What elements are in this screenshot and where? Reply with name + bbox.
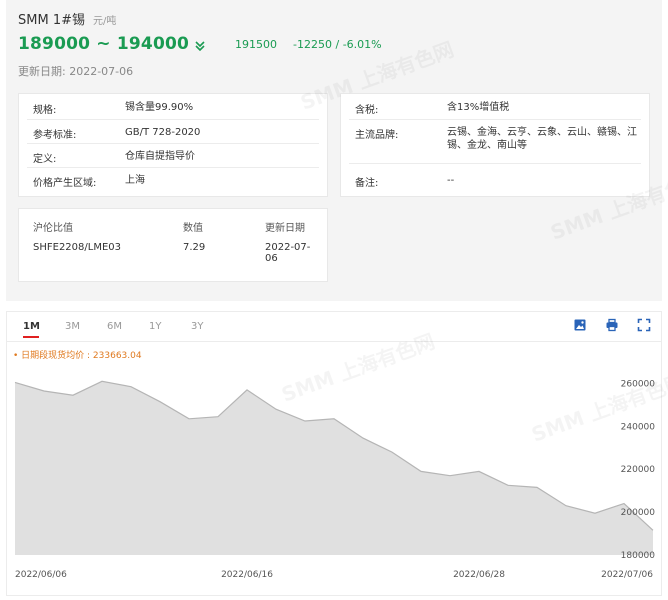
specs-box-left: 规格: 锡含量99.90% 参考标准: GB/T 728-2020 定义: 仓库… (18, 93, 328, 197)
spec-value: -- (447, 175, 455, 186)
spec-row-standard: 参考标准: GB/T 728-2020 (27, 120, 319, 144)
spec-row-grade: 规格: 锡含量99.90% (27, 94, 319, 120)
title-row: SMM 1#锡 元/吨 (18, 9, 116, 28)
price-info-panel: SMM 1#锡 元/吨 189000 ~ 194000 191500 -1225… (6, 0, 668, 301)
spec-key: 价格产生区域: (33, 178, 97, 189)
spec-row-remarks: 备注: -- (349, 164, 641, 192)
spec-value: 云锡、金海、云亨、云象、云山、赣锡、江锡、金龙、南山等 (447, 127, 637, 151)
y-tick-label: 220000 (621, 465, 656, 475)
price-change: -12250 / -6.01% (293, 37, 382, 51)
unit-label: 元/吨 (92, 16, 117, 27)
x-tick-label: 2022/06/06 (15, 570, 67, 580)
spec-value: 上海 (125, 175, 145, 186)
spec-row-tax: 含税: 含13%增值税 (349, 94, 641, 120)
spec-key: 规格: (33, 105, 57, 116)
ratio-value: 7.29 (183, 242, 206, 253)
update-date-row: 更新日期: 2022-07-06 (18, 63, 133, 79)
spec-key: 参考标准: (33, 130, 77, 141)
spec-row-brands: 主流品牌: 云锡、金海、云亨、云象、云山、赣锡、江锡、金龙、南山等 (349, 120, 641, 164)
ratio-header-name: 沪伦比值 (33, 223, 73, 234)
ratio-date: 2022-07-06 (265, 242, 311, 264)
spec-row-region: 价格产生区域: 上海 (27, 168, 319, 192)
x-axis-ticks: 2022/06/06 2022/06/16 2022/06/28 2022/07/06 (15, 570, 653, 580)
x-tick-label: 2022/07/06 (601, 570, 653, 580)
spec-key: 含税: (355, 105, 379, 116)
spec-key: 主流品牌: (355, 130, 399, 141)
update-date-label: 更新日期: (18, 65, 66, 78)
spec-key: 备注: (355, 178, 379, 189)
price-row: 189000 ~ 194000 191500 -12250 / -6.01% (18, 34, 382, 54)
spec-value: 仓库自提指导价 (125, 151, 195, 162)
ratio-box: 沪伦比值 数值 更新日期 SHFE2208/LME03 7.29 2022-07… (18, 208, 328, 282)
x-tick-label: 2022/06/28 (453, 570, 505, 580)
spec-key: 定义: (33, 154, 57, 165)
specs-box-right: 含税: 含13%增值税 主流品牌: 云锡、金海、云亨、云象、云山、赣锡、江锡、金… (340, 93, 650, 197)
price-chart: 260000 240000 220000 200000 180000 2022/06/0… (14, 379, 656, 580)
price-area (15, 381, 653, 555)
product-title: SMM 1#锡 (18, 13, 85, 28)
ratio-header-value: 数值 (183, 223, 203, 234)
price-range: 189000 ~ 194000 (18, 34, 190, 54)
average-price: 191500 (235, 37, 278, 51)
update-date-value: 2022-07-06 (69, 65, 134, 78)
y-tick-label: 180000 (621, 551, 656, 561)
y-tick-label: 200000 (621, 508, 656, 518)
spec-value: 锡含量99.90% (125, 102, 194, 113)
price-down-icon (195, 41, 205, 52)
x-tick-label: 2022/06/16 (221, 570, 273, 580)
price-chart-panel: 1M 3M 6M 1Y 3Y • 日期段现货均价 : 233663.04 260… (6, 311, 668, 596)
ratio-contract: SHFE2208/LME03 (33, 242, 121, 253)
ratio-header-date: 更新日期 (265, 223, 305, 234)
spec-value: 含13%增值税 (447, 102, 510, 113)
y-tick-label: 240000 (621, 422, 656, 432)
spec-row-definition: 定义: 仓库自提指导价 (27, 144, 319, 168)
spec-value: GB/T 728-2020 (125, 127, 201, 138)
y-tick-label: 260000 (621, 379, 656, 389)
